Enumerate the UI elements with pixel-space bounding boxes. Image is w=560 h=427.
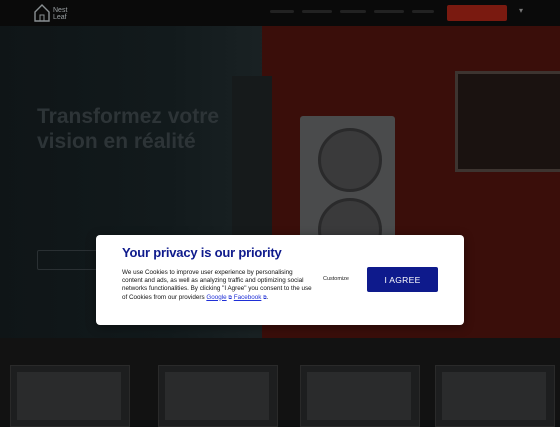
customize-button[interactable]: Customize bbox=[310, 276, 362, 282]
facebook-link[interactable]: Facebook bbox=[234, 294, 262, 301]
consent-body-text: We use Cookies to improve user experienc… bbox=[122, 269, 312, 302]
agree-button[interactable]: I AGREE bbox=[367, 267, 438, 292]
google-link[interactable]: Google bbox=[206, 294, 226, 301]
modal-backdrop bbox=[0, 0, 560, 420]
external-link-icon: ⧉ bbox=[228, 294, 232, 301]
consent-title: Your privacy is our priority bbox=[122, 245, 282, 260]
consent-body-end: . bbox=[266, 293, 269, 301]
cookie-consent-dialog: Your privacy is our priority We use Cook… bbox=[96, 235, 464, 325]
